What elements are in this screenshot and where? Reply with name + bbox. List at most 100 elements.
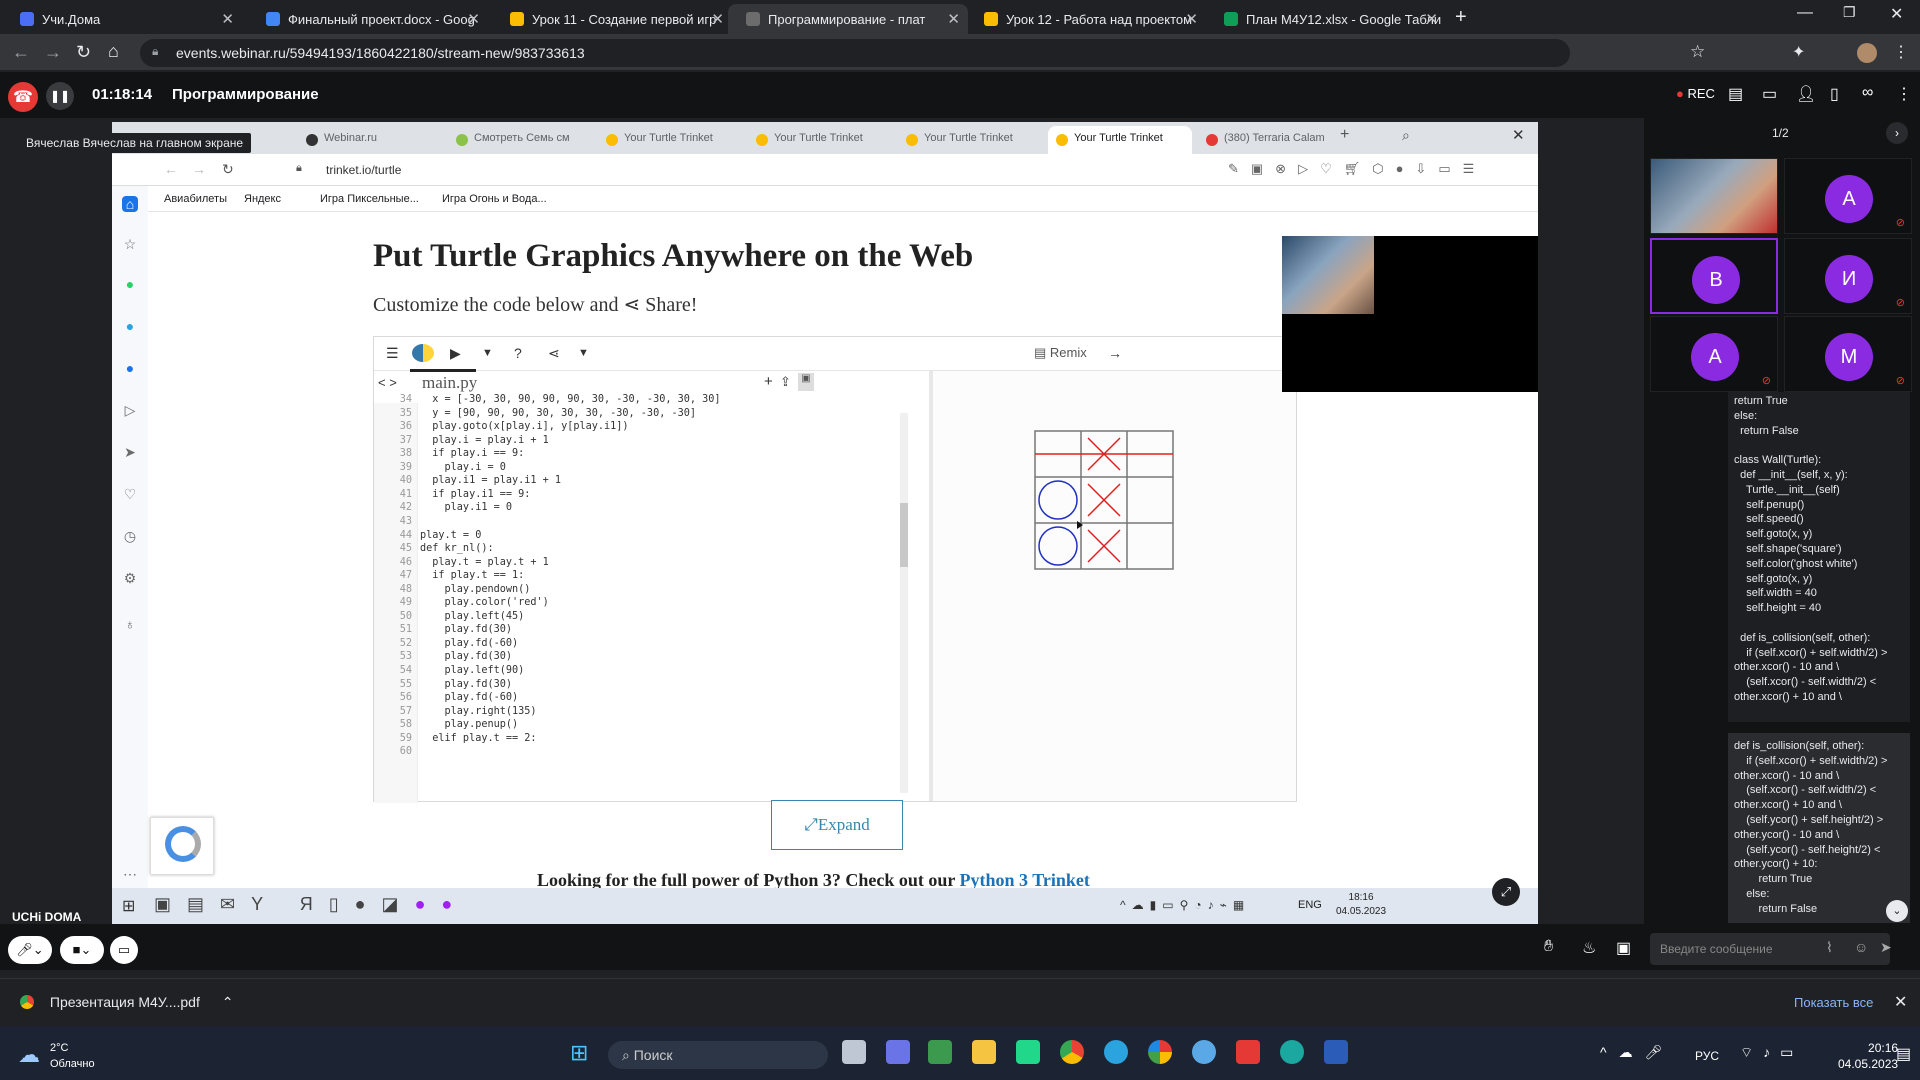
inner-reload-icon: ↻: [222, 161, 234, 177]
bookmark-star-icon[interactable]: ☆: [1690, 42, 1705, 62]
chat-icon[interactable]: ▭: [1762, 84, 1777, 104]
mic-off-icon: ⊘: [1761, 375, 1771, 387]
address-bar[interactable]: events.webinar.ru/59494193/1860422180/st…: [140, 39, 1570, 67]
download-item[interactable]: Презентация М4У....pdf ⌃: [20, 994, 233, 1011]
home-icon[interactable]: ⌂: [108, 41, 119, 62]
code-line: play.pendown(): [420, 583, 531, 595]
code-line: if play.t == 1:: [420, 570, 525, 582]
telegram-taskbar-icon[interactable]: [1104, 1040, 1128, 1064]
extensions-icon[interactable]: ✦: [1792, 42, 1805, 62]
file-icon[interactable]: ▯: [1830, 84, 1839, 104]
youtube-icon[interactable]: [1236, 1040, 1260, 1064]
chat-app-icon[interactable]: [886, 1040, 910, 1064]
speaker-label: Вячеслав Вячеслав на главном экране: [18, 133, 252, 153]
inner-tab: Your Turtle Trinket: [1048, 126, 1192, 154]
recaptcha-badge: [150, 817, 214, 875]
outer-tab[interactable]: Финальный проект.docx - Goog ✕: [248, 4, 488, 34]
scroll-down-button[interactable]: ⌄: [1886, 900, 1908, 922]
edge-icon[interactable]: [1280, 1040, 1304, 1064]
excel-icon[interactable]: [928, 1040, 952, 1064]
code-line: play.fd(-60): [420, 637, 519, 649]
image-icon: ▣: [798, 373, 814, 391]
tab-favicon: [266, 12, 280, 26]
participant-tile[interactable]: В: [1650, 238, 1778, 314]
fullscreen-button[interactable]: ▣: [1616, 938, 1631, 958]
tab-close-icon[interactable]: ✕: [947, 10, 960, 28]
pause-button[interactable]: ❚❚: [46, 82, 74, 110]
emoji-icon[interactable]: ☺: [1854, 939, 1868, 955]
participant-tile[interactable]: И ⊘: [1784, 238, 1912, 314]
forward-icon[interactable]: →: [44, 42, 62, 63]
maximize-button[interactable]: ❐: [1843, 4, 1856, 21]
menu-icon[interactable]: ⋮: [1893, 42, 1909, 62]
close-downloads-icon[interactable]: ✕: [1894, 992, 1907, 1012]
layout-icon[interactable]: ▤: [1728, 84, 1743, 104]
search-box[interactable]: ⌕ Поиск: [608, 1041, 828, 1069]
os-clock[interactable]: 20:16 04.05.2023: [1838, 1040, 1898, 1072]
next-page-button[interactable]: ›: [1886, 122, 1908, 144]
attach-icon[interactable]: ⌇: [1826, 939, 1833, 956]
tab-label: Финальный проект.docx - Goog: [288, 11, 475, 27]
outer-tab[interactable]: Урок 11 - Создание первой игр ✕: [492, 4, 732, 34]
notification-icon[interactable]: ▤: [1896, 1044, 1911, 1064]
avatar: М: [1825, 333, 1873, 381]
profile-avatar[interactable]: [1857, 43, 1877, 63]
inner-tab: Your Turtle Trinket: [748, 126, 892, 154]
mic-button[interactable]: 🎤︎⌄: [8, 936, 52, 964]
inner-address-bar: ← → ↻ 🔒︎ trinket.io/turtle ✎▣⊗▷♡🛒︎⬡●⇩▭☰: [112, 154, 1538, 186]
show-all-downloads[interactable]: Показать все: [1794, 995, 1873, 1010]
participants-icon[interactable]: 👤︎: [1796, 84, 1816, 104]
participant-video[interactable]: [1650, 158, 1778, 234]
line-number: 51: [399, 624, 412, 636]
pycharm-icon[interactable]: [1016, 1040, 1040, 1064]
code-line: play.fd(30): [420, 651, 513, 663]
send-icon[interactable]: ➤: [1880, 939, 1892, 956]
output-pane: [929, 371, 1296, 801]
python3-link: Python 3 Trinket: [959, 870, 1090, 890]
line-number: 55: [399, 678, 412, 690]
tab-close-icon[interactable]: ✕: [467, 10, 480, 28]
participant-tile[interactable]: М ⊘: [1784, 316, 1912, 392]
chat-line: self.height = 40: [1734, 602, 1822, 615]
participant-tile[interactable]: А ⊘: [1650, 316, 1778, 392]
minimize-button[interactable]: —: [1797, 4, 1813, 22]
link-icon[interactable]: ∞: [1862, 84, 1873, 102]
more-icon[interactable]: ⋮: [1896, 84, 1912, 104]
tab-label: Урок 12 - Работа над проектом: [1006, 11, 1193, 27]
end-call-button[interactable]: ☎: [8, 82, 38, 112]
chat-line: return True: [1734, 873, 1813, 886]
inner-url: trinket.io/turtle: [326, 163, 402, 177]
outer-tab[interactable]: План М4У12.xlsx - Google Табли ✕: [1206, 4, 1446, 34]
game-icon[interactable]: [1148, 1040, 1172, 1064]
tab-close-icon[interactable]: ✕: [1425, 10, 1438, 28]
inner-lang: ENG: [1298, 899, 1322, 911]
back-icon[interactable]: ←: [12, 42, 30, 63]
camera-button[interactable]: ■⌄: [60, 936, 104, 964]
taskview-icon[interactable]: [842, 1040, 866, 1064]
word-icon[interactable]: [1324, 1040, 1348, 1064]
start-button[interactable]: ⊞: [570, 1040, 588, 1066]
chrome-taskbar-icon[interactable]: [1060, 1040, 1084, 1064]
tab-close-icon[interactable]: ✕: [1185, 10, 1198, 28]
outer-tab[interactable]: Урок 12 - Работа над проектом ✕: [966, 4, 1206, 34]
line-number: 47: [399, 570, 412, 582]
close-window-button[interactable]: ✕: [1890, 4, 1903, 24]
inner-tab: Webinar.ru: [298, 126, 442, 154]
more-dots-icon: ⋯: [123, 866, 137, 882]
tab-close-icon[interactable]: ✕: [711, 10, 724, 28]
screen-share-button[interactable]: ▭: [110, 936, 138, 964]
participant-tile[interactable]: А ⊘: [1784, 158, 1912, 234]
os-lang[interactable]: РУС: [1695, 1049, 1719, 1063]
line-number: 53: [399, 651, 412, 663]
explorer-icon[interactable]: [972, 1040, 996, 1064]
reload-icon[interactable]: ↻: [76, 42, 91, 63]
weather-icon[interactable]: ☁: [18, 1042, 40, 1068]
raise-hand-button[interactable]: ✋︎: [1544, 938, 1553, 956]
footnote-text: Looking for the full power of Python 3? …: [537, 870, 956, 890]
new-tab-button[interactable]: +: [1455, 6, 1467, 29]
tab-close-icon[interactable]: ✕: [221, 10, 234, 28]
outer-tab[interactable]: Учи.Дома ✕: [2, 4, 242, 34]
globe-icon[interactable]: [1192, 1040, 1216, 1064]
reactions-button[interactable]: ♨: [1582, 938, 1596, 958]
outer-tab[interactable]: Программирование - плат ✕: [728, 4, 968, 34]
